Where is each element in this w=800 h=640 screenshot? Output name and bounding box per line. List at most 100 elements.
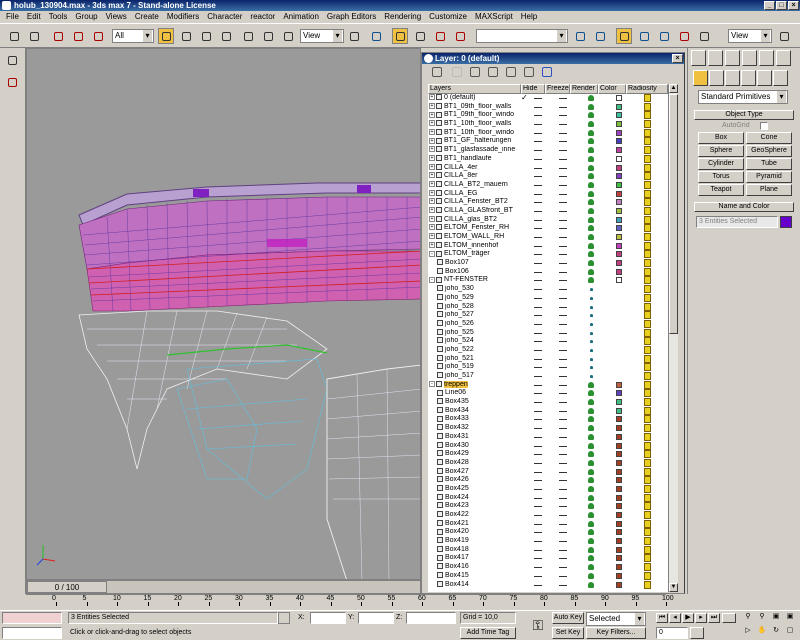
render-scene-icon[interactable] xyxy=(696,28,712,44)
freeze-toggle[interactable] xyxy=(559,376,567,377)
object-row[interactable]: Box106 xyxy=(428,267,668,277)
radiosity-icon[interactable] xyxy=(644,102,651,111)
hide-toggle[interactable] xyxy=(534,376,542,377)
hide-toggle[interactable] xyxy=(534,132,542,134)
render-teapot-icon[interactable] xyxy=(588,242,594,249)
menu-item[interactable]: Tools xyxy=(45,11,72,23)
freeze-toggle[interactable] xyxy=(559,210,567,212)
radiosity-icon[interactable] xyxy=(644,302,651,311)
render-teapot-icon[interactable] xyxy=(588,121,594,128)
render-teapot-icon[interactable] xyxy=(588,112,594,119)
move-icon[interactable] xyxy=(240,28,256,44)
color-swatch[interactable] xyxy=(616,225,622,232)
play-icon[interactable]: ▶ xyxy=(682,613,694,623)
radiosity-icon[interactable] xyxy=(644,120,651,129)
color-swatch[interactable] xyxy=(616,477,622,484)
render-teapot-icon[interactable] xyxy=(590,314,593,318)
radiosity-icon[interactable] xyxy=(644,233,651,241)
freeze-toggle[interactable] xyxy=(559,306,567,308)
object-row[interactable]: joho_530 xyxy=(428,285,668,294)
color-swatch[interactable] xyxy=(616,173,622,180)
freeze-toggle[interactable] xyxy=(559,124,567,126)
radiosity-icon[interactable] xyxy=(644,189,651,198)
render-teapot-icon[interactable] xyxy=(588,207,594,214)
window-crossing-icon[interactable] xyxy=(218,28,234,44)
radiosity-icon[interactable] xyxy=(644,493,651,502)
freeze-toggle[interactable] xyxy=(559,471,567,473)
freeze-toggle[interactable] xyxy=(559,141,567,143)
rigid-body-icon[interactable] xyxy=(4,52,20,68)
object-row[interactable]: Box435 xyxy=(428,398,668,407)
hide-toggle[interactable] xyxy=(534,98,542,99)
render-teapot-icon[interactable] xyxy=(588,181,594,188)
render-teapot-icon[interactable] xyxy=(588,225,594,232)
color-swatch[interactable] xyxy=(616,181,622,188)
maxscript-listener[interactable] xyxy=(2,612,62,624)
lights-icon[interactable] xyxy=(725,70,740,86)
freeze-toggle[interactable] xyxy=(559,202,567,204)
freeze-toggle[interactable] xyxy=(559,497,567,499)
undo-icon[interactable] xyxy=(6,28,22,44)
render-teapot-icon[interactable] xyxy=(588,147,594,154)
radiosity-icon[interactable] xyxy=(644,528,651,537)
freeze-toggle[interactable] xyxy=(559,393,567,395)
freeze-toggle[interactable] xyxy=(559,436,567,438)
hide-toggle[interactable] xyxy=(534,515,542,516)
primitive-category-combo[interactable]: Standard Primitives xyxy=(698,90,788,104)
radiosity-icon[interactable] xyxy=(644,276,651,285)
expand-toggle-icon[interactable]: + xyxy=(429,233,435,240)
color-swatch[interactable] xyxy=(616,399,622,406)
delete-layer-icon[interactable] xyxy=(452,67,462,77)
hide-toggle[interactable] xyxy=(534,367,542,369)
render-teapot-icon[interactable] xyxy=(590,348,593,352)
hide-toggle[interactable] xyxy=(534,210,542,212)
layer-row[interactable]: + CILLA_4er xyxy=(428,163,668,173)
go-to-end-icon[interactable]: ⏭ xyxy=(708,613,720,623)
go-to-start-icon[interactable]: ⏮ xyxy=(656,613,668,623)
menu-item[interactable]: Animation xyxy=(279,11,323,23)
hide-toggle[interactable] xyxy=(534,176,542,178)
color-swatch[interactable] xyxy=(616,199,622,206)
object-row[interactable]: Box425 xyxy=(428,484,668,494)
render-teapot-icon[interactable] xyxy=(588,581,594,588)
render-teapot-icon[interactable] xyxy=(590,357,593,361)
menu-item[interactable]: Modifiers xyxy=(163,11,203,23)
render-teapot-icon[interactable] xyxy=(588,538,594,545)
object-row[interactable]: joho_527 xyxy=(428,311,668,320)
hide-toggle[interactable] xyxy=(534,289,542,291)
object-row[interactable]: Box415 xyxy=(428,571,668,581)
menu-item[interactable]: reactor xyxy=(246,11,279,23)
color-swatch[interactable] xyxy=(616,207,622,214)
color-swatch[interactable] xyxy=(616,407,622,414)
render-teapot-icon[interactable] xyxy=(588,503,594,510)
hide-toggle[interactable] xyxy=(534,532,542,534)
object-row[interactable]: Box431 xyxy=(428,432,668,442)
radiosity-icon[interactable] xyxy=(644,545,651,554)
next-frame-icon[interactable]: ▸ xyxy=(695,613,707,623)
object-row[interactable]: Line06 xyxy=(428,389,668,398)
menu-item[interactable]: MAXScript xyxy=(471,11,517,23)
freeze-toggle[interactable] xyxy=(559,462,567,464)
freeze-toggle[interactable] xyxy=(559,184,567,186)
freeze-toggle[interactable] xyxy=(559,480,567,482)
radiosity-icon[interactable] xyxy=(644,94,651,102)
layer-row[interactable]: + CILLA_8er xyxy=(428,172,668,181)
teapot-button[interactable]: Teapot xyxy=(698,184,744,196)
select-and-link-icon[interactable] xyxy=(50,28,66,44)
radiosity-icon[interactable] xyxy=(644,293,651,302)
hide-toggle[interactable] xyxy=(534,349,542,351)
hide-toggle[interactable] xyxy=(534,462,542,464)
column-header[interactable]: Color xyxy=(598,84,626,94)
zoom-all-icon[interactable]: ⚲ xyxy=(756,613,768,623)
freeze-toggle[interactable] xyxy=(559,167,567,169)
object-row[interactable]: Box422 xyxy=(428,511,668,520)
render-teapot-icon[interactable] xyxy=(588,407,594,414)
freeze-toggle[interactable] xyxy=(559,176,567,178)
color-swatch[interactable] xyxy=(616,155,622,162)
render-teapot-icon[interactable] xyxy=(588,546,594,553)
hide-toggle[interactable] xyxy=(534,184,542,186)
utilities-tab-icon[interactable] xyxy=(776,50,791,66)
layer-row[interactable]: + CILLA_BT2_mauern xyxy=(428,180,668,190)
color-swatch[interactable] xyxy=(616,164,622,171)
object-row[interactable]: Box421 xyxy=(428,519,668,529)
